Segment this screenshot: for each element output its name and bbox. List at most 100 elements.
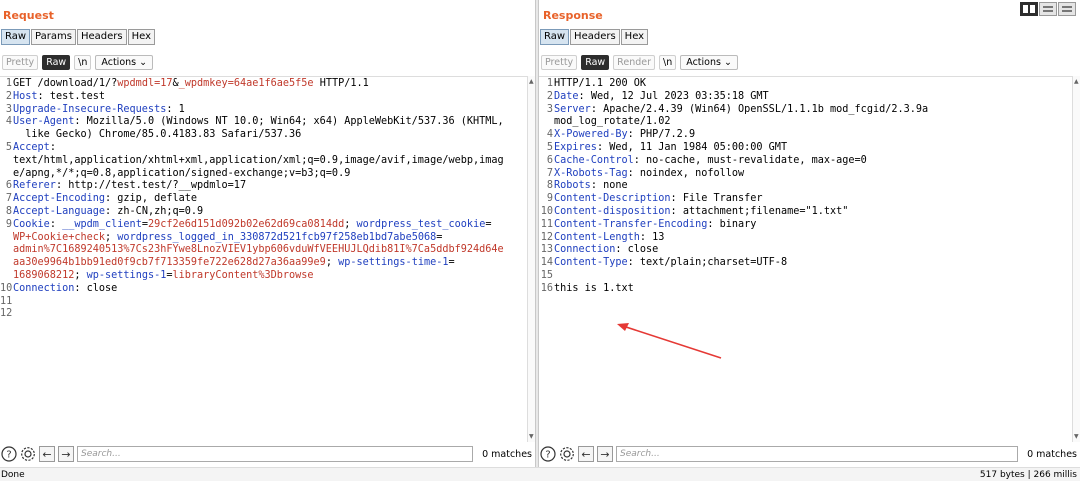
right-arrow-icon[interactable]: → <box>58 446 74 462</box>
code-line: 3 Upgrade-Insecure-Requests: 1 <box>0 104 504 117</box>
tab-hex[interactable]: Hex <box>620 29 649 45</box>
line-number: 6 <box>546 154 553 166</box>
code-token: ; <box>105 231 118 243</box>
param-name: __wpdm_client <box>62 218 142 230</box>
header-name: Accept-Language <box>13 205 106 217</box>
tab-raw[interactable]: Raw <box>540 29 570 45</box>
code-line: 1 GET /download/1/?wpdmdl=17&_wpdmkey=64a… <box>0 78 504 91</box>
code-line: 9 Cookie: __wpdm_client = 29cf2e6d151d092b0… <box>0 219 504 232</box>
scroll-down-icon[interactable]: ▼ <box>1074 433 1079 440</box>
header-name: X-Powered-By <box>554 129 628 141</box>
code-text: text/html,application/xhtml+xml,applicat… <box>13 155 504 168</box>
code-token: = <box>485 218 492 230</box>
actions-label: Actions <box>101 57 137 68</box>
scroll-up-icon[interactable]: ▲ <box>529 78 534 85</box>
line-number: 8 <box>546 180 553 192</box>
raw-button[interactable]: Raw <box>42 55 71 70</box>
header-name: Upgrade-Insecure-Requests <box>13 103 167 115</box>
code-token: : Wed, 11 Jan 1984 05:00:00 GMT <box>596 141 788 153</box>
layout-side-by-side-icon[interactable] <box>1020 2 1038 16</box>
header-name: Cookie <box>13 218 50 230</box>
scroll-up-icon[interactable]: ▲ <box>1074 78 1079 85</box>
code-text: Accept-Language: zh-CN,zh;q=0.9 <box>13 206 203 219</box>
param-value: libraryContent%3Dbrowse <box>172 269 314 281</box>
request-code: 1 GET /download/1/?wpdmdl=17&_wpdmkey=64a… <box>0 78 504 321</box>
code-text: Robots: none <box>554 180 628 193</box>
code-text: Upgrade-Insecure-Requests: 1 <box>13 104 185 117</box>
search-input[interactable]: Search... <box>77 446 474 462</box>
request-toolbar: Pretty Raw \n Actions ⌄ <box>0 53 535 72</box>
code-token: : noindex, nofollow <box>627 167 745 179</box>
tab-params[interactable]: Params <box>31 29 76 45</box>
line-number <box>539 116 554 129</box>
newline-toggle[interactable]: \n <box>74 55 92 70</box>
settings-icon[interactable] <box>559 446 575 462</box>
scroll-down-icon[interactable]: ▼ <box>529 433 534 440</box>
line-number: 10 <box>540 205 553 217</box>
tab-headers[interactable]: Headers <box>76 29 127 45</box>
code-line: 4 X-Powered-By: PHP/7.2.9 <box>539 129 928 142</box>
code-token: : http://test.test/?__wpdmlo=17 <box>55 180 247 192</box>
left-arrow-icon[interactable]: ← <box>578 446 594 462</box>
code-text: Content-Description: File Transfer <box>554 193 763 206</box>
line-number: 9 <box>5 218 12 230</box>
render-button[interactable]: Render <box>613 55 655 70</box>
left-arrow-icon[interactable]: ← <box>39 446 55 462</box>
header-name: Content-disposition <box>554 205 671 217</box>
code-text: Host: test.test <box>13 91 105 104</box>
code-text: WP+Cookie+check; wordpress_logged_in_330… <box>13 232 442 245</box>
header-name: Content-Description <box>554 193 671 205</box>
tab-headers[interactable]: Headers <box>570 29 620 45</box>
line-number: 16 <box>540 282 553 294</box>
code-line: e/apng,*/*;q=0.8,application/signed-exch… <box>0 168 504 181</box>
response-scrollbar[interactable]: ▲ ▼ <box>1072 76 1080 442</box>
header-name: Accept <box>13 141 50 153</box>
tab-raw[interactable]: Raw <box>1 29 31 45</box>
search-input[interactable]: Search... <box>616 446 1019 462</box>
pretty-button[interactable]: Pretty <box>2 55 39 70</box>
header-name: User-Agent <box>13 116 75 128</box>
line-number: 9 <box>546 193 553 205</box>
header-name: Expires <box>554 141 597 153</box>
help-icon[interactable]: ? <box>540 446 556 462</box>
code-token: : no-cache, must-revalidate, max-age=0 <box>633 154 867 166</box>
actions-menu[interactable]: Actions ⌄ <box>95 55 154 70</box>
code-token: GET /download/1/? <box>13 78 118 89</box>
code-token: like Gecko) Chrome/85.0.4183.83 Safari/5… <box>13 129 302 141</box>
line-number <box>0 244 13 257</box>
line-number <box>0 168 13 181</box>
param-value: _wpdmkey=64ae1f6ae5f5e <box>178 78 314 89</box>
code-token: HTTP/1.1 <box>313 78 369 89</box>
code-line: like Gecko) Chrome/85.0.4183.83 Safari/5… <box>0 129 504 142</box>
code-line: 11 <box>0 296 504 309</box>
code-line: 11 Content-Transfer-Encoding: binary <box>539 219 928 232</box>
help-icon[interactable]: ? <box>1 446 17 462</box>
settings-icon[interactable] <box>20 446 36 462</box>
newline-toggle[interactable]: \n <box>659 55 677 70</box>
code-line: 1689068212; wp-settings-1=libraryContent… <box>0 270 504 283</box>
line-number: 14 <box>540 257 553 269</box>
code-line: 5 Expires: Wed, 11 Jan 1984 05:00:00 GMT <box>539 142 928 155</box>
tab-hex[interactable]: Hex <box>127 29 155 45</box>
code-token: : zh-CN,zh;q=0.9 <box>105 205 204 217</box>
code-token: : gzip, deflate <box>105 193 198 205</box>
layout-toggle <box>1020 2 1076 16</box>
code-line: 8 Robots: none <box>539 180 928 193</box>
svg-text:?: ? <box>545 450 550 461</box>
pretty-button[interactable]: Pretty <box>541 55 578 70</box>
request-scrollbar[interactable]: ▲ ▼ <box>527 76 535 442</box>
layout-top-bottom-icon[interactable] <box>1039 2 1057 16</box>
code-line: 5 Accept: <box>0 142 504 155</box>
actions-menu[interactable]: Actions ⌄ <box>680 55 738 70</box>
header-name: Cache-Control <box>554 154 634 166</box>
raw-button[interactable]: Raw <box>581 55 610 70</box>
code-text: Content-Type: text/plain;charset=UTF-8 <box>554 257 787 270</box>
right-arrow-icon[interactable]: → <box>597 446 613 462</box>
response-stats: 517 bytes | 266 millis <box>979 470 1077 480</box>
line-number: 5 <box>546 141 553 153</box>
code-line: 14 Content-Type: text/plain;charset=UTF-8 <box>539 257 928 270</box>
response-tabs: Raw Headers Hex <box>540 29 649 45</box>
layout-tabs-icon[interactable] <box>1058 2 1076 16</box>
code-token: : binary <box>707 218 757 230</box>
